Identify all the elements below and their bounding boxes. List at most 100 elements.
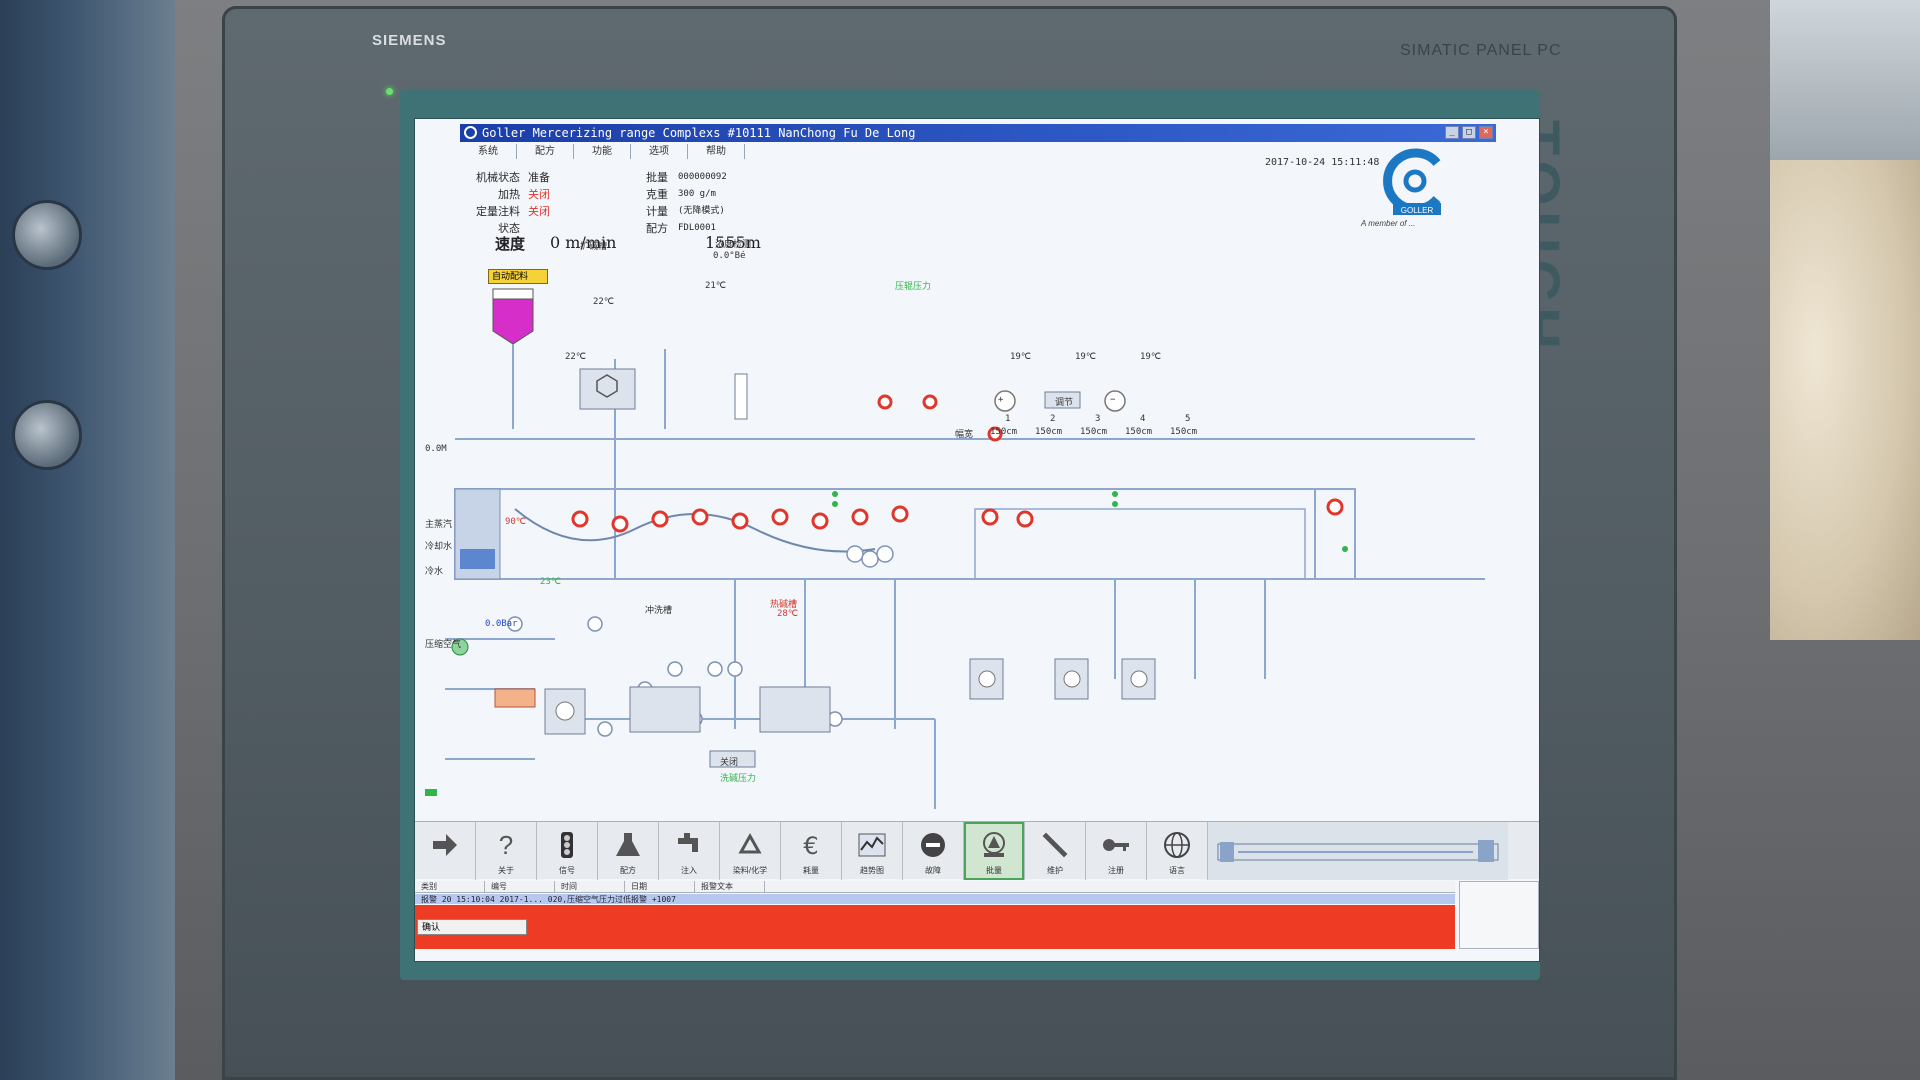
status-grid: 机械状态 准备 批量 000000092 加热 关闭 克重 300 g/m 定量… bbox=[460, 169, 768, 237]
tool-label: 维护 bbox=[1047, 866, 1063, 875]
menu-options[interactable]: 选项 bbox=[631, 144, 688, 159]
status-value: 关闭 bbox=[528, 189, 550, 201]
valve-icon bbox=[922, 394, 938, 410]
model-label: SIMATIC PANEL PC bbox=[1400, 42, 1562, 59]
temp-label: 19℃ bbox=[1010, 352, 1031, 362]
arrow-right-icon bbox=[433, 834, 457, 856]
menu-function[interactable]: 功能 bbox=[574, 144, 631, 159]
tool-label: 批量 bbox=[986, 866, 1002, 875]
factory-window-right bbox=[1770, 0, 1920, 170]
tool-label: 染料/化学 bbox=[732, 866, 768, 875]
temp-label: 19℃ bbox=[1140, 352, 1161, 362]
key-icon bbox=[1103, 839, 1129, 851]
temp-label: 21℃ bbox=[705, 281, 726, 291]
alarm-banner bbox=[415, 905, 1455, 949]
status-indicator bbox=[1112, 491, 1118, 497]
maintenance-button[interactable]: 维护 bbox=[1025, 822, 1086, 880]
tool-label: 耗量 bbox=[803, 866, 819, 875]
hot-tank-temp: 28℃ bbox=[777, 609, 798, 619]
pressure-label: 压辊压力 bbox=[895, 282, 932, 292]
status-label: 计量 bbox=[646, 206, 668, 218]
help-icon: ? bbox=[499, 830, 513, 860]
inlet-trough bbox=[460, 549, 495, 569]
fabric-pile-right bbox=[1770, 160, 1920, 640]
tool-label: 故障 bbox=[925, 866, 941, 875]
about-button[interactable]: ? 关于 bbox=[476, 822, 537, 880]
compressed-air-label: 压缩空气 bbox=[425, 640, 462, 650]
trend-button[interactable]: 趋势图 bbox=[842, 822, 903, 880]
menu-help[interactable]: 帮助 bbox=[688, 144, 745, 159]
minimize-button[interactable]: _ bbox=[1445, 126, 1459, 139]
status-label: 定量注料 bbox=[476, 206, 520, 218]
steam-temp: 90℃ bbox=[505, 517, 526, 527]
tap-icon bbox=[678, 833, 698, 852]
magenta-tank-icon bbox=[492, 298, 534, 345]
window-title: Goller Mercerizing range Complexs #10111… bbox=[482, 126, 916, 140]
tool-label: 配方 bbox=[620, 866, 636, 875]
valve-icon bbox=[611, 515, 629, 533]
roller-width-value: 150cm bbox=[1080, 427, 1108, 437]
trend-chart-icon bbox=[858, 833, 886, 857]
menu-recipe[interactable]: 配方 bbox=[517, 144, 574, 159]
alarm-col-header: 日期 bbox=[625, 881, 695, 892]
tool-label: 信号 bbox=[559, 866, 575, 875]
valve-icon bbox=[651, 510, 669, 528]
valve-icon bbox=[851, 508, 869, 526]
register-button[interactable]: 注册 bbox=[1086, 822, 1147, 880]
recipe-button[interactable]: 配方 bbox=[598, 822, 659, 880]
tool-label: 注入 bbox=[681, 866, 697, 875]
euro-icon: € bbox=[803, 832, 818, 860]
roller-width-value: 150cm bbox=[1125, 427, 1153, 437]
machine-overview-icon bbox=[1217, 840, 1499, 862]
alarm-col-header: 时间 bbox=[555, 881, 625, 892]
fault-button[interactable]: 故障 bbox=[903, 822, 964, 880]
alarm-row[interactable]: 报警 20 15:10:04 2017-1... 020,压缩空气压力过低报警 … bbox=[415, 894, 1455, 904]
roller-position: 2 bbox=[1050, 414, 1056, 424]
power-led bbox=[386, 88, 393, 95]
alarm-col-header: 报警文本 bbox=[695, 881, 765, 892]
next-button[interactable] bbox=[415, 822, 476, 880]
datetime-display: 2017-10-24 15:11:48 bbox=[1265, 157, 1380, 168]
wash-tank-label: 冲洗槽 bbox=[645, 606, 673, 616]
status-indicator bbox=[832, 491, 838, 497]
chemical-button[interactable]: 染料/化学 bbox=[720, 822, 781, 880]
roller-minus-label: − bbox=[1110, 395, 1116, 405]
status-indicator bbox=[1342, 546, 1348, 552]
cooling-label: 冷却水 bbox=[425, 542, 453, 552]
traffic-light-icon bbox=[561, 832, 573, 858]
injection-button[interactable]: 注入 bbox=[659, 822, 720, 880]
machine-overview-thumbnail[interactable] bbox=[1208, 822, 1508, 880]
status-value: 准备 bbox=[528, 172, 550, 184]
machine-gauge bbox=[12, 400, 82, 470]
pump-icon bbox=[978, 670, 996, 688]
maximize-button[interactable]: □ bbox=[1462, 126, 1476, 139]
alarm-acknowledge-button[interactable]: 确认 bbox=[417, 919, 527, 935]
svg-text:€: € bbox=[803, 832, 818, 860]
flask-icon bbox=[616, 833, 640, 856]
signal-button[interactable]: 信号 bbox=[537, 822, 598, 880]
tool-label: 关于 bbox=[498, 866, 514, 875]
status-label: 批量 bbox=[646, 172, 668, 184]
alarm-side-panel bbox=[1459, 881, 1539, 949]
valve-icon bbox=[571, 510, 589, 528]
language-button[interactable]: 语言 bbox=[1147, 822, 1208, 880]
valve-icon bbox=[811, 512, 829, 530]
air-pressure-value: 0.0Bar bbox=[485, 619, 518, 629]
close-button-label: 关闭 bbox=[720, 758, 739, 768]
consumption-button[interactable]: € 耗量 bbox=[781, 822, 842, 880]
tool-label: 趋势图 bbox=[860, 866, 884, 875]
wash-pressure-label: 洗碱压力 bbox=[720, 774, 757, 784]
roller-width-value: 150cm bbox=[1170, 427, 1198, 437]
stop-icon bbox=[921, 833, 945, 857]
status-label: 克重 bbox=[646, 189, 668, 201]
roller-row-label: 幅宽 bbox=[955, 430, 974, 440]
roller-width-value: 150cm bbox=[1035, 427, 1063, 437]
concentration-label: 浓度检测 bbox=[715, 240, 752, 250]
roller-position: 1 bbox=[1005, 414, 1011, 424]
batch-button[interactable]: 批量 bbox=[964, 822, 1025, 880]
valve-icon bbox=[891, 505, 909, 523]
menu-system[interactable]: 系统 bbox=[460, 144, 517, 159]
close-button[interactable]: × bbox=[1479, 126, 1493, 139]
alarm-table-header: 类别 编号 时间 日期 报警文本 bbox=[415, 881, 1455, 893]
status-indicator bbox=[425, 789, 437, 796]
